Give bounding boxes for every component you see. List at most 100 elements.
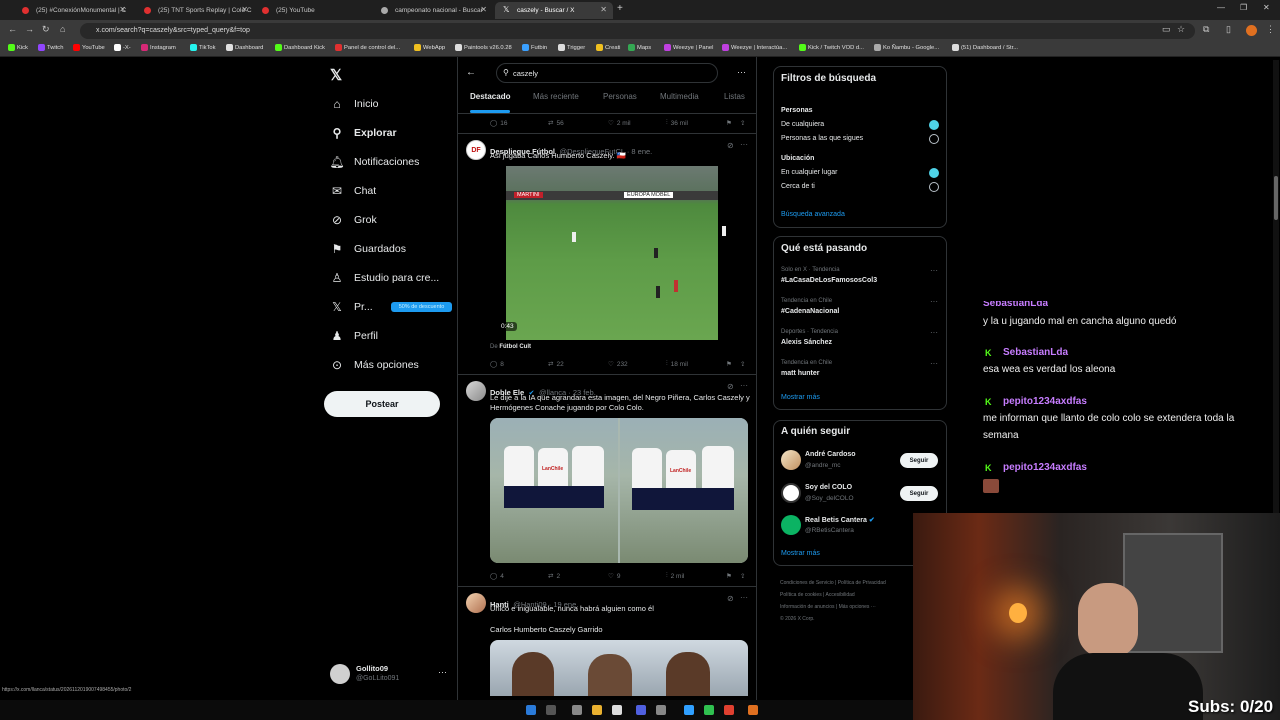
bookmark-item[interactable]: Creati	[596, 44, 620, 51]
bookmark-item[interactable]: WebApp	[414, 44, 445, 51]
filter-option[interactable]: De cualquiera	[781, 121, 824, 128]
cast-icon[interactable]: ▭	[1162, 24, 1171, 35]
windows-start-icon[interactable]	[526, 705, 536, 715]
views-button[interactable]: ⫶ 18 mil	[666, 360, 688, 368]
bookmark-item[interactable]: Maps	[628, 44, 651, 51]
home-browser-icon[interactable]: ⌂	[60, 24, 65, 34]
browser-tab-active[interactable]: 𝕏caszely - Buscar / X ✕	[495, 2, 613, 19]
tweet-more-icon[interactable]: ···	[740, 140, 748, 149]
share-button[interactable]: ⇪	[740, 572, 745, 580]
close-window-button[interactable]: ✕	[1263, 3, 1270, 12]
views-button[interactable]: ⫶ 2 mil	[666, 572, 684, 580]
taskbar-app-icon[interactable]	[704, 705, 714, 715]
new-tab-button[interactable]: +	[617, 3, 623, 14]
bookmark-item[interactable]: Paintools v26.0.28	[455, 44, 512, 51]
avatar[interactable]	[781, 515, 801, 535]
tweet-video[interactable]: MARTINI EUROPA MOBEL 0:43	[490, 166, 733, 340]
bookmark-item[interactable]: YouTube	[73, 44, 105, 51]
account-avatar[interactable]	[330, 664, 350, 684]
footer-link[interactable]: Política de cookies	[780, 592, 822, 598]
taskbar-app-icon[interactable]	[656, 705, 666, 715]
browser-tab[interactable]: (25) #ConexiónMonumental | C ✕	[14, 2, 132, 19]
tweet-photo[interactable]: LanChile	[490, 418, 618, 563]
radio[interactable]	[929, 182, 939, 192]
post-button[interactable]: Postear	[324, 391, 440, 417]
x-app-icon[interactable]	[612, 705, 622, 715]
nav-estudio[interactable]: ♙ Estudio para cre...	[330, 268, 440, 288]
taskbar-app-icon[interactable]	[684, 705, 694, 715]
follow-name[interactable]: André Cardoso	[805, 451, 856, 458]
radio-selected[interactable]	[929, 120, 939, 130]
footer-link[interactable]: Accesibilidad	[826, 592, 855, 598]
scrollbar-thumb[interactable]	[1274, 176, 1278, 220]
trend-more-icon[interactable]: ···	[930, 266, 938, 275]
like-button[interactable]: ♡ 9	[608, 572, 620, 581]
reply-button[interactable]: ◯ 8	[490, 360, 504, 369]
close-tab-icon[interactable]: ✕	[119, 5, 126, 14]
tweet-photo[interactable]: LanChile	[620, 418, 748, 563]
repost-button[interactable]: ⇄ 2	[548, 572, 560, 581]
reload-icon[interactable]: ↻	[42, 24, 50, 35]
reply-button[interactable]: ◯ 16	[490, 119, 508, 128]
tweet-more-icon[interactable]: ···	[740, 593, 748, 602]
back-icon[interactable]: ←	[8, 24, 17, 34]
advanced-search-link[interactable]: Búsqueda avanzada	[781, 211, 845, 218]
avatar[interactable]	[781, 483, 801, 503]
search-more-icon[interactable]: ···	[737, 67, 746, 77]
reply-button[interactable]: ◯ 4	[490, 572, 504, 581]
menu-icon[interactable]: ⋮	[1266, 24, 1275, 35]
sidebar-icon[interactable]: ▯	[1226, 24, 1231, 35]
avatar[interactable]	[781, 450, 801, 470]
x-logo-icon[interactable]: 𝕏	[330, 66, 342, 84]
extensions-icon[interactable]: ⧉	[1203, 24, 1209, 35]
follow-button[interactable]: Seguir	[900, 453, 938, 468]
profile-avatar-icon[interactable]	[1246, 25, 1257, 36]
share-button[interactable]: ⇪	[740, 360, 745, 368]
nav-inicio[interactable]: ⌂ Inicio	[330, 94, 378, 114]
tab-multimedia[interactable]: Multimedia	[660, 92, 699, 101]
bookmark-button[interactable]: ⚑	[726, 572, 732, 580]
bookmark-button[interactable]: ⚑	[726, 119, 732, 127]
chrome-icon[interactable]	[724, 705, 734, 715]
bookmark-item[interactable]: Weezye | Panel	[664, 44, 713, 51]
bookmark-item[interactable]: Weezye | Interactúa...	[722, 44, 787, 51]
views-button[interactable]: ⫶ 36 mil	[666, 119, 688, 127]
browser-tab[interactable]: (25) TNT Sports Replay | Colo C ✕	[136, 2, 254, 19]
trend-item[interactable]: Alexis Sánchez	[781, 339, 832, 346]
taskbar-app-icon[interactable]	[572, 705, 582, 715]
share-button[interactable]: ⇪	[740, 119, 745, 127]
taskbar-search-icon[interactable]	[546, 705, 556, 715]
like-button[interactable]: ♡ 232	[608, 360, 628, 369]
footer-link[interactable]: Política de Privacidad	[838, 580, 886, 586]
bookmark-item[interactable]: Dashboard	[226, 44, 263, 51]
bookmark-item[interactable]: -X-	[114, 44, 131, 51]
bookmark-item[interactable]: Kick	[8, 44, 28, 51]
nav-chat[interactable]: ✉ Chat	[330, 181, 376, 201]
folder-icon[interactable]	[592, 705, 602, 715]
tab-mas-reciente[interactable]: Más reciente	[533, 92, 579, 101]
footer-link[interactable]: Más opciones ···	[839, 604, 876, 610]
bookmark-item[interactable]: Instagram	[141, 44, 176, 51]
nav-perfil[interactable]: ♟ Perfil	[330, 326, 378, 346]
follow-button[interactable]: Seguir	[900, 486, 938, 501]
browser-tab[interactable]: (25) YouTube	[254, 2, 372, 19]
bookmark-button[interactable]: ⚑	[726, 360, 732, 368]
close-tab-icon[interactable]: ✕	[480, 5, 487, 14]
grok-icon[interactable]: ⊘	[727, 141, 734, 150]
bookmark-item[interactable]: Kick / Twitch VOD d...	[799, 44, 864, 51]
browser-tab[interactable]: campeonato nacional - Buscar ✕	[373, 2, 493, 19]
avatar[interactable]	[466, 593, 486, 613]
tweet-images[interactable]: LanChile LanChile	[490, 418, 748, 563]
avatar[interactable]	[466, 381, 486, 401]
show-more-link[interactable]: Mostrar más	[781, 394, 820, 401]
bookmark-item[interactable]: Panel de control del...	[335, 44, 400, 51]
close-tab-icon[interactable]: ✕	[241, 5, 248, 14]
footer-link[interactable]: Información de anuncios	[780, 604, 834, 610]
maximize-button[interactable]: ❐	[1240, 3, 1247, 12]
nav-mas-opciones[interactable]: ⊙ Más opciones	[330, 355, 419, 375]
minimize-button[interactable]: —	[1217, 3, 1225, 12]
nav-grok[interactable]: ⊘ Grok	[330, 210, 377, 230]
taskbar-app-icon[interactable]	[636, 705, 646, 715]
bookmark-item[interactable]: Futbin	[522, 44, 547, 51]
tab-destacado[interactable]: Destacado	[470, 92, 510, 101]
